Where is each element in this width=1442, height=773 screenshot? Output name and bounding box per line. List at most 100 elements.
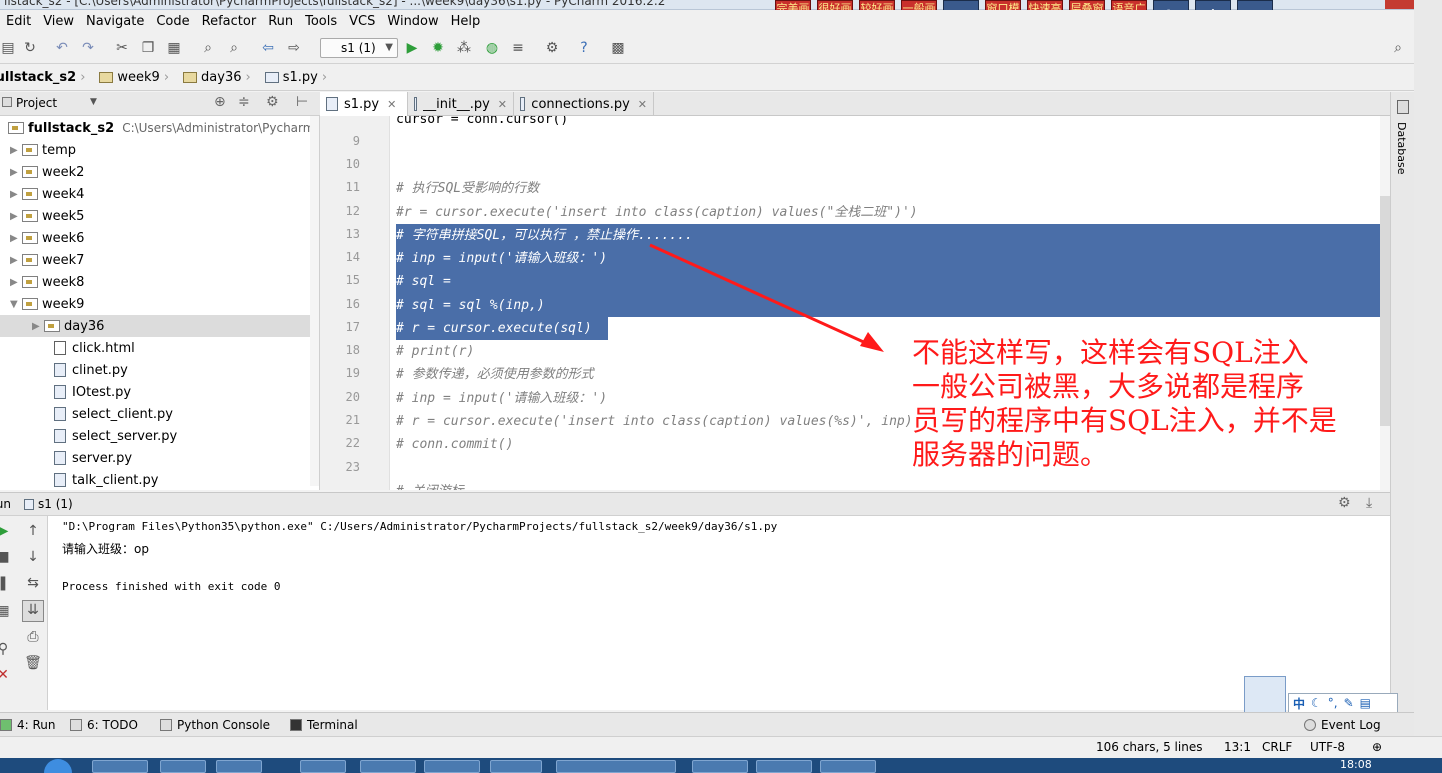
profile-icon[interactable]: ◍ [484, 40, 500, 56]
database-tool-button[interactable]: Database [1395, 122, 1408, 175]
settings-icon[interactable]: ⚙ [544, 40, 560, 56]
run-panel-config[interactable]: s1 (1) [38, 497, 73, 511]
tree-item[interactable]: ▶ week5 [10, 205, 84, 227]
menu-help[interactable]: Help [445, 14, 487, 29]
debug-icon[interactable]: ✹ [430, 40, 446, 56]
coverage-icon[interactable]: ⁂ [456, 40, 472, 56]
help-icon[interactable]: ? [576, 40, 592, 56]
status-encoding[interactable]: UTF-8 [1310, 740, 1345, 754]
menu-refactor[interactable]: Refactor [196, 14, 263, 29]
tree-item[interactable]: ▶ week2 [10, 161, 84, 183]
status-caret-position[interactable]: 13:1 [1224, 740, 1251, 754]
tree-root[interactable]: fullstack_s2 C:\Users\Administrator\Pych… [8, 117, 319, 139]
status-line-separator[interactable]: CRLF [1262, 740, 1292, 754]
pin-icon[interactable]: ⚲ [0, 640, 12, 658]
taskbar-app[interactable] [692, 760, 748, 773]
breadcrumb-file[interactable]: s1.py › [255, 70, 327, 85]
tree-item[interactable]: ▶ temp [10, 139, 76, 161]
breadcrumb-project[interactable]: fullstack_s2› [0, 70, 85, 85]
back-icon[interactable]: ⇦ [260, 40, 276, 56]
target-icon[interactable]: ⊕ [214, 94, 226, 110]
find-icon[interactable]: ⌕ [200, 40, 216, 56]
menu-window[interactable]: Window [381, 14, 444, 29]
lock-icon[interactable]: ⊕ [1372, 740, 1382, 754]
taskbar-app[interactable] [756, 760, 812, 773]
event-log-button[interactable]: Event Log [1304, 718, 1381, 732]
database-icon[interactable] [1397, 100, 1409, 114]
tree-item[interactable]: select_server.py [54, 425, 177, 447]
hide-icon[interactable]: ⤓ [1366, 495, 1372, 511]
tree-scrollbar[interactable] [310, 116, 319, 486]
replace-icon[interactable]: ⌕ [226, 40, 242, 56]
pause-icon[interactable]: ❚ [0, 574, 12, 592]
menu-code[interactable]: Code [150, 14, 195, 29]
tab-s1[interactable]: s1.py ✕ [320, 92, 408, 116]
menu-view[interactable]: View [37, 14, 80, 29]
tab-connections[interactable]: connections.py ✕ [514, 92, 654, 116]
dump-icon[interactable]: ▦ [0, 602, 12, 620]
ime-toolbar[interactable]: 中 ☾ °, ✎ ▤ [1288, 693, 1398, 713]
close-icon[interactable]: ✕ [638, 98, 647, 111]
chevron-down-icon[interactable]: ▼ [90, 97, 97, 107]
sync-icon[interactable]: ↻ [22, 40, 38, 56]
tool-tab-todo[interactable]: 6: TODO [70, 718, 138, 732]
hide-icon[interactable]: ⊢ [296, 94, 308, 110]
tree-item-selected[interactable]: ▶ day36 [0, 315, 310, 337]
concurrency-icon[interactable]: ≡ [510, 40, 526, 56]
menu-navigate[interactable]: Navigate [80, 14, 150, 29]
ime-avatar[interactable] [1244, 676, 1286, 714]
tree-item[interactable]: talk_client.py [54, 469, 159, 490]
gear-icon[interactable]: ⚙ [266, 94, 279, 110]
tab-init[interactable]: __init__.py ✕ [408, 92, 514, 116]
arrow-down-icon[interactable]: ↓ [24, 548, 42, 566]
taskbar-app[interactable] [556, 760, 676, 773]
menu-edit[interactable]: Edit [0, 14, 37, 29]
breadcrumb-week9[interactable]: week9 › [89, 70, 169, 85]
tree-item[interactable]: ▶ week8 [10, 271, 84, 293]
menu-vcs[interactable]: VCS [343, 14, 381, 29]
undo-icon[interactable]: ↶ [54, 40, 70, 56]
console-output[interactable]: "D:\Program Files\Python35\python.exe" C… [48, 516, 1390, 710]
taskbar-app[interactable] [820, 760, 876, 773]
sdk-icon[interactable]: ▩ [610, 40, 626, 56]
taskbar-app[interactable] [424, 760, 480, 773]
tree-item[interactable]: clinet.py [54, 359, 128, 381]
tool-tab-terminal[interactable]: Terminal [290, 718, 358, 732]
taskbar-app[interactable] [160, 760, 206, 773]
gear-icon[interactable]: ⚙ [1338, 495, 1351, 511]
taskbar-app[interactable] [216, 760, 262, 773]
menu-run[interactable]: Run [262, 14, 299, 29]
project-panel-title[interactable]: Project [16, 96, 57, 110]
breadcrumb-day36[interactable]: day36 › [173, 70, 251, 85]
run-icon[interactable]: ▶ [404, 40, 420, 56]
taskbar-app[interactable] [360, 760, 416, 773]
arrow-up-icon[interactable]: ↑ [24, 522, 42, 540]
cut-icon[interactable]: ✂ [114, 40, 130, 56]
tree-item[interactable]: ▶ week4 [10, 183, 84, 205]
tool-tab-run[interactable]: 4: Run [0, 718, 56, 732]
soft-wrap-icon[interactable]: ⇆ [24, 574, 42, 592]
close-icon[interactable]: ✕ [0, 666, 12, 684]
rerun-icon[interactable]: ▶ [0, 522, 12, 540]
tree-item[interactable]: server.py [54, 447, 132, 469]
taskbar-app[interactable] [92, 760, 148, 773]
tree-item[interactable]: select_client.py [54, 403, 173, 425]
tree-item[interactable]: ▶ week7 [10, 249, 84, 271]
save-icon[interactable]: ▤ [0, 40, 16, 56]
close-icon[interactable]: ✕ [387, 98, 396, 111]
tree-item[interactable]: ▶ week6 [10, 227, 84, 249]
close-icon[interactable]: ✕ [498, 98, 507, 111]
redo-icon[interactable]: ↷ [80, 40, 96, 56]
copy-icon[interactable]: ❐ [140, 40, 156, 56]
forward-icon[interactable]: ⇨ [286, 40, 302, 56]
trash-icon[interactable]: 🗑 [24, 654, 42, 672]
collapse-icon[interactable]: ≑ [238, 94, 250, 110]
stop-icon[interactable]: ■ [0, 548, 12, 566]
taskbar-app[interactable] [490, 760, 542, 773]
menu-tools[interactable]: Tools [299, 14, 343, 29]
taskbar-app[interactable] [300, 760, 346, 773]
search-everywhere-icon[interactable]: ⌕ [1390, 40, 1406, 56]
print-icon[interactable]: ⎙ [24, 628, 42, 646]
tool-tab-python-console[interactable]: Python Console [160, 718, 270, 732]
tree-item[interactable]: click.html [54, 337, 135, 359]
